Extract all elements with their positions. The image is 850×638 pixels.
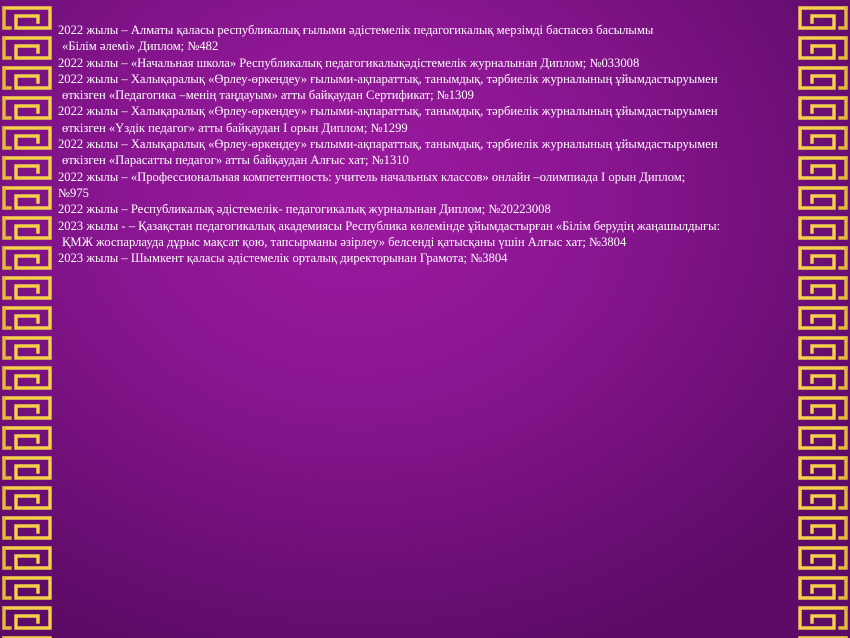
achievement-line: 2022 жылы – Халықаралық «Өрлеу-өркендеу»… [58,104,718,119]
achievement-line: 2022 жылы – «Начальная школа» Республика… [58,55,640,70]
achievements-list: 2022 жылы – Алматы қаласы республикалық … [58,22,798,266]
slide: 2022 жылы – Алматы қаласы республикалық … [0,0,850,638]
achievement-line: 2022 жылы – Халықаралық «Өрлеу-өркендеу»… [58,71,718,86]
achievement-line: өткізген «Парасатты педагог» атты байқау… [62,153,409,168]
greek-key-ornament-icon [794,0,850,638]
achievement-line: 2023 жылы – Шымкент қаласы әдістемелік о… [58,251,508,266]
achievement-line: 2023 жылы - – Қазақстан педагогикалық ак… [58,218,721,233]
achievement-line: 2022 жылы – «Профессиональная компетентн… [58,169,686,184]
achievement-line: өткізген «Педагогика –менің таңдауым» ат… [62,88,474,103]
achievement-line: №975 [58,185,89,200]
achievement-line: өткізген «Үздік педагог» атты байқаудан … [62,120,408,135]
greek-key-ornament-icon [0,0,56,638]
left-ornament-border [0,0,56,638]
achievement-line: 2022 жылы – Алматы қаласы республикалық … [58,23,654,37]
achievement-line: 2022 жылы – Республикалық әдістемелік- п… [58,202,551,217]
achievement-line: ҚМЖ жоспарлауда дұрыс мақсат қою, тапсыр… [62,234,627,249]
right-ornament-border [794,0,850,638]
achievement-line: «Білім әлемі» Диплом; №482 [62,39,219,54]
achievement-line: 2022 жылы – Халықаралық «Өрлеу-өркендеу»… [58,137,718,152]
